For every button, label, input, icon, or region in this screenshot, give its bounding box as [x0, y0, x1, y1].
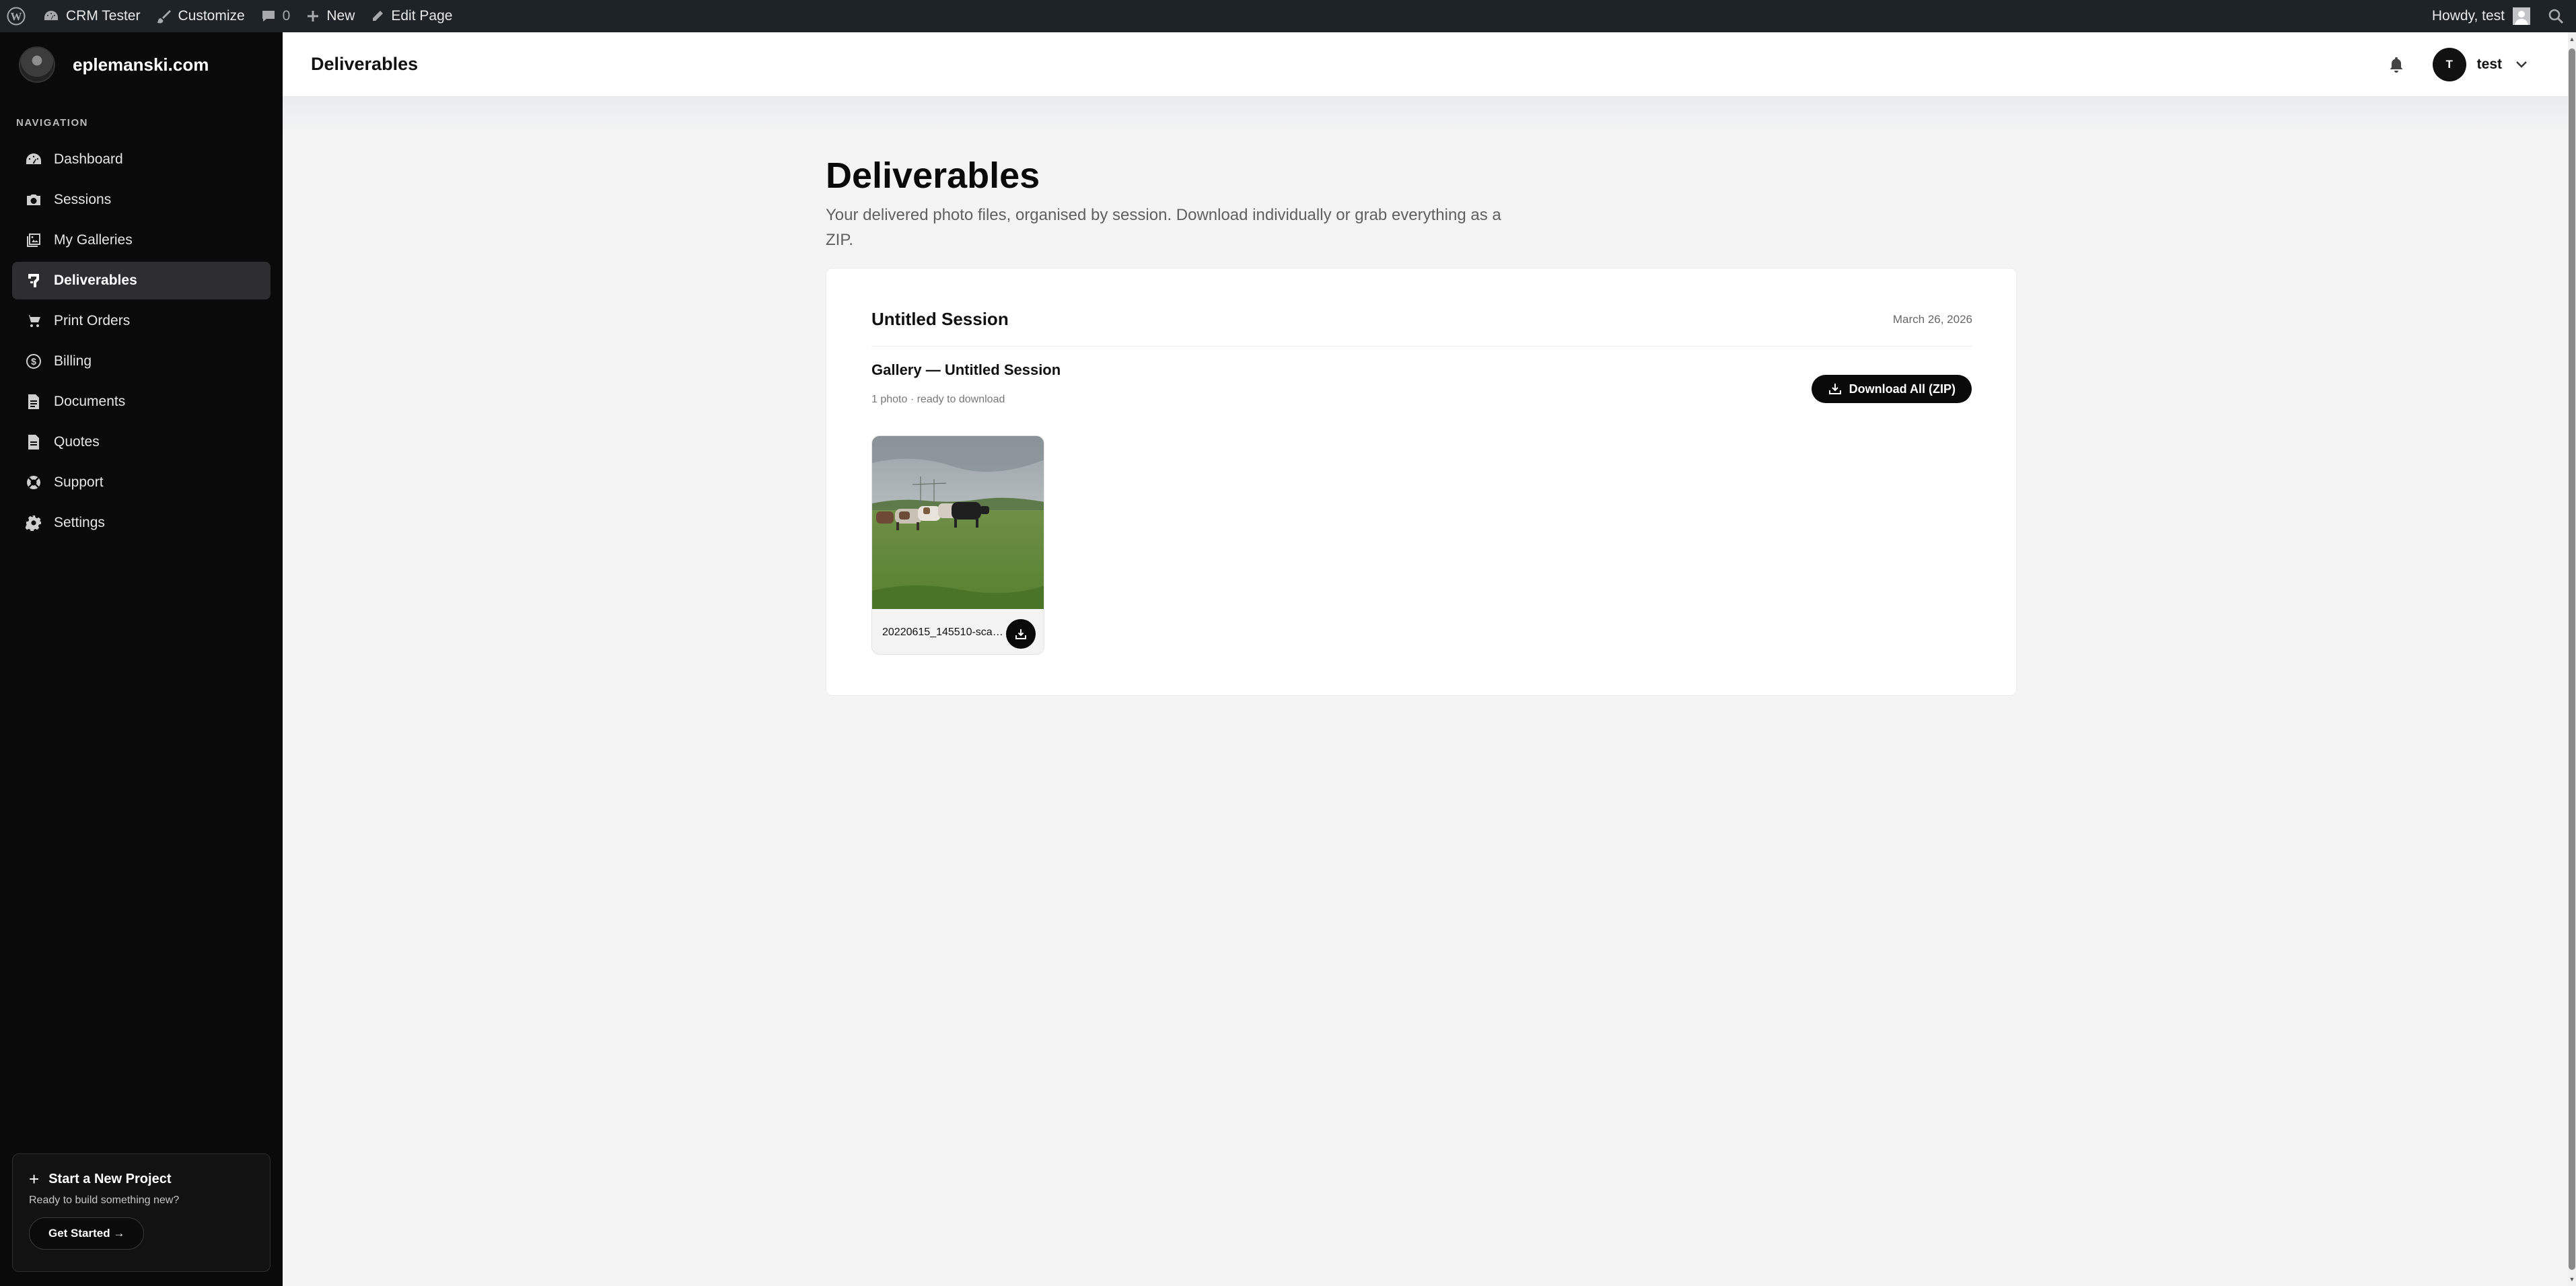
new-content-link[interactable]: New — [298, 0, 363, 32]
lifebuoy-icon — [26, 474, 42, 491]
pencil-icon — [371, 9, 384, 23]
sidebar-item-deliverables[interactable]: Deliverables — [12, 262, 271, 299]
sidebar-item-label: Support — [54, 474, 104, 490]
images-icon — [26, 232, 42, 248]
session-header: Untitled Session March 26, 2026 — [871, 309, 1972, 347]
session-date: March 26, 2026 — [1892, 313, 1972, 326]
edit-page-link[interactable]: Edit Page — [363, 0, 460, 32]
site-name-link[interactable]: CRM Tester — [35, 0, 148, 32]
edit-page-label: Edit Page — [391, 8, 453, 24]
page-title: Deliverables — [826, 155, 1040, 196]
scroll-up-icon[interactable]: ▲ — [2568, 35, 2576, 43]
new-project-card: + Start a New Project Ready to build som… — [12, 1153, 271, 1272]
sidebar-item-billing[interactable]: $ Billing — [12, 343, 271, 380]
sidebar-item-label: Settings — [54, 515, 105, 530]
download-photo-button[interactable] — [1006, 619, 1036, 649]
sidebar-item-label: Quotes — [54, 434, 100, 450]
gauge-icon — [26, 151, 42, 168]
page-description: Your delivered photo files, organised by… — [826, 206, 1501, 249]
new-project-subtitle: Ready to build something new? — [29, 1194, 180, 1206]
sidebar-item-label: Billing — [54, 353, 92, 369]
sidebar-item-settings[interactable]: Settings — [12, 504, 271, 542]
user-name[interactable]: test — [2477, 57, 2502, 73]
wordpress-logo-icon[interactable]: W — [0, 0, 35, 32]
site-name-label: CRM Tester — [66, 8, 141, 24]
deliverables-icon — [26, 273, 42, 289]
sidebar-item-label: My Galleries — [54, 232, 133, 248]
dashboard-gauge-icon — [43, 9, 59, 23]
sidebar-item-my-galleries[interactable]: My Galleries — [12, 221, 271, 259]
session-title: Untitled Session — [871, 309, 1009, 329]
brand-avatar — [19, 46, 55, 83]
gallery-meta: 1 photo · ready to download — [871, 394, 1005, 405]
comments-count: 0 — [282, 8, 291, 24]
sidebar-item-documents[interactable]: Documents — [12, 383, 271, 421]
sidebar-item-quotes[interactable]: Quotes — [12, 423, 271, 461]
new-project-title: + Start a New Project — [29, 1170, 254, 1188]
svg-text:$: $ — [31, 356, 36, 367]
gear-icon — [26, 515, 42, 531]
download-icon — [1828, 384, 1841, 394]
sidebar-item-support[interactable]: Support — [12, 464, 271, 501]
nav-heading: NAVIGATION — [16, 117, 88, 129]
session-card: Untitled Session March 26, 2026 Gallery … — [826, 268, 2017, 696]
camera-icon — [26, 192, 42, 208]
user-avatar[interactable]: T — [2432, 48, 2466, 81]
download-all-label: Download All (ZIP) — [1849, 382, 1956, 396]
document-icon — [26, 394, 42, 410]
admin-avatar-icon — [2513, 7, 2530, 25]
top-header: Deliverables T test — [283, 32, 2568, 97]
photo-thumbnail[interactable] — [872, 436, 1044, 609]
get-started-button[interactable]: Get Started → — [29, 1217, 145, 1250]
gallery-title: Gallery — Untitled Session — [871, 361, 1061, 378]
bell-icon[interactable] — [2386, 54, 2407, 75]
comments-link[interactable]: 0 — [253, 0, 299, 32]
sidebar-item-label: Dashboard — [54, 151, 123, 167]
plus-icon: + — [29, 1169, 40, 1189]
download-icon — [1015, 629, 1026, 639]
cart-icon — [26, 313, 42, 329]
sidebar-item-label: Print Orders — [54, 313, 131, 328]
customize-link[interactable]: Customize — [148, 0, 252, 32]
sidebar-item-print-orders[interactable]: Print Orders — [12, 302, 271, 340]
new-project-title-text: Start a New Project — [48, 1171, 172, 1186]
new-label: New — [326, 8, 355, 24]
sidebar-nav: Dashboard Sessions My Galleries Delivera… — [0, 141, 283, 542]
brush-icon — [156, 9, 172, 24]
howdy-label: Howdy, test — [2431, 8, 2505, 24]
page-scrollbar[interactable]: ▲ ▼ — [2568, 32, 2576, 1286]
photo-filename: 20220615_145510-scaled.jpg — [882, 626, 1003, 638]
plus-icon — [306, 9, 320, 23]
dollar-icon: $ — [26, 353, 42, 369]
photo-footer: 20220615_145510-scaled.jpg — [872, 609, 1044, 654]
search-icon[interactable] — [2538, 0, 2576, 32]
customize-label: Customize — [178, 8, 245, 24]
wp-admin-bar: W CRM Tester Customize 0 New Edit Page H… — [0, 0, 2576, 32]
scrollbar-thumb[interactable] — [2569, 48, 2575, 1270]
sidebar-item-label: Sessions — [54, 192, 112, 207]
header-shadow — [283, 97, 2568, 135]
sidebar-item-dashboard[interactable]: Dashboard — [12, 141, 271, 178]
brand[interactable]: eplemanski.com — [0, 32, 283, 97]
comment-bubble-icon — [261, 9, 276, 23]
svg-text:W: W — [11, 10, 22, 23]
sidebar-item-sessions[interactable]: Sessions — [12, 181, 271, 219]
header-title: Deliverables — [311, 54, 419, 74]
sidebar-item-label: Deliverables — [54, 273, 137, 288]
photo-card[interactable]: 20220615_145510-scaled.jpg — [871, 435, 1044, 655]
sidebar: eplemanski.com NAVIGATION Dashboard Sess… — [0, 32, 283, 1286]
download-all-zip-button[interactable]: Download All (ZIP) — [1811, 375, 1972, 403]
quote-icon — [26, 434, 42, 450]
brand-name: eplemanski.com — [73, 54, 209, 75]
sidebar-item-label: Documents — [54, 394, 126, 409]
scroll-down-icon[interactable]: ▼ — [2568, 1275, 2576, 1283]
my-account-link[interactable]: Howdy, test — [2424, 0, 2538, 32]
chevron-down-icon[interactable] — [2515, 61, 2528, 69]
